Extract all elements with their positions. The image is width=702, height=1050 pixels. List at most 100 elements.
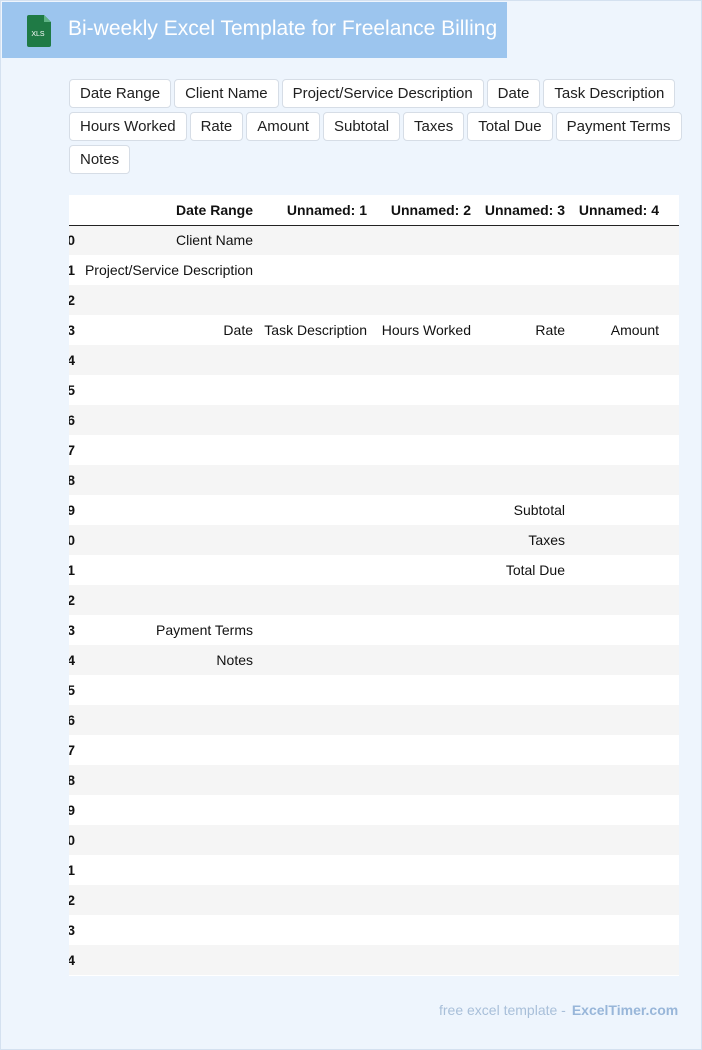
footer-brand-link[interactable]: ExcelTimer.com <box>572 1002 678 1018</box>
table-cell <box>665 645 679 675</box>
table-cell <box>259 885 373 915</box>
table-cell <box>259 345 373 375</box>
footer-text: free excel template - <box>439 1002 566 1018</box>
table-row: 4 <box>69 345 679 375</box>
table-cell <box>477 945 571 975</box>
column-chip[interactable]: Hours Worked <box>69 112 187 141</box>
table-cell <box>373 885 477 915</box>
table-cell <box>571 405 665 435</box>
table-cell <box>571 705 665 735</box>
table-cell <box>477 465 571 495</box>
column-chip[interactable]: Rate <box>189 112 244 141</box>
table-cell <box>477 915 571 945</box>
table-cell <box>571 945 665 975</box>
column-chip[interactable]: Payment Terms <box>555 112 682 141</box>
table-cell <box>665 255 679 285</box>
table-cell <box>477 675 571 705</box>
table-cell <box>373 855 477 885</box>
table-cell <box>75 705 259 735</box>
table-cell <box>75 285 259 315</box>
table-cell <box>259 825 373 855</box>
column-chip[interactable]: Project/Service Description <box>281 79 484 108</box>
table-cell <box>75 465 259 495</box>
table-row: 5 <box>69 375 679 405</box>
table-cell <box>259 375 373 405</box>
table-cell <box>259 855 373 885</box>
table-row: 14Notes <box>69 645 679 675</box>
table-cell <box>75 675 259 705</box>
table-row: 2 <box>69 285 679 315</box>
table-cell: Task Description <box>259 315 373 345</box>
page-title: Bi-weekly Excel Template for Freelance B… <box>68 17 498 40</box>
table-row: 8 <box>69 465 679 495</box>
table-row: 22 <box>69 885 679 915</box>
table-row: 13Payment Terms <box>69 615 679 645</box>
column-chip[interactable]: Date <box>486 79 541 108</box>
table-cell <box>665 825 679 855</box>
xls-file-icon: XLS <box>27 15 51 47</box>
table-cell: Client Name <box>75 225 259 255</box>
table-row: 21 <box>69 855 679 885</box>
table-cell <box>571 585 665 615</box>
table-cell: Payment Terms <box>75 615 259 645</box>
table-cell <box>259 765 373 795</box>
table-row: 20 <box>69 825 679 855</box>
table-cell <box>477 825 571 855</box>
column-chip[interactable]: Task Description <box>543 79 676 108</box>
table-cell <box>571 345 665 375</box>
table-cell <box>665 795 679 825</box>
table-cell <box>571 675 665 705</box>
table-cell <box>75 525 259 555</box>
table-cell <box>665 675 679 705</box>
table-cell <box>373 465 477 495</box>
column-chip[interactable]: Subtotal <box>322 112 401 141</box>
table-cell <box>75 405 259 435</box>
table-cell <box>75 735 259 765</box>
table-cell: Rate <box>477 315 571 345</box>
table-cell: Date <box>75 315 259 345</box>
table-cell <box>665 225 679 255</box>
table-cell <box>373 405 477 435</box>
table-cell <box>75 345 259 375</box>
table-cell <box>571 285 665 315</box>
table-cell <box>373 825 477 855</box>
table-cell <box>75 915 259 945</box>
table-cell <box>665 885 679 915</box>
table-cell <box>571 255 665 285</box>
table-cell <box>259 465 373 495</box>
table-cell <box>665 315 679 345</box>
table-header-row: Date Range Unnamed: 1 Unnamed: 2 Unnamed: 3… <box>69 195 679 226</box>
table-cell <box>571 915 665 945</box>
table-cell <box>259 285 373 315</box>
table-row: 15 <box>69 675 679 705</box>
table-cell: Project/Service Description <box>75 255 259 285</box>
table-cell <box>259 675 373 705</box>
table-cell <box>477 375 571 405</box>
column-chip[interactable]: Date Range <box>69 79 172 108</box>
column-chip[interactable]: Amount <box>246 112 320 141</box>
table-cell <box>75 765 259 795</box>
table-cell <box>665 345 679 375</box>
table-cell <box>259 615 373 645</box>
table-cell: Total Due <box>477 555 571 585</box>
table-cell <box>373 645 477 675</box>
table-cell <box>259 555 373 585</box>
table-cell <box>665 375 679 405</box>
column-chip[interactable]: Client Name <box>174 79 279 108</box>
table-cell <box>665 525 679 555</box>
table-cell <box>373 615 477 645</box>
table-cell <box>571 645 665 675</box>
table-cell <box>259 945 373 975</box>
table-cell <box>477 255 571 285</box>
table-cell <box>75 795 259 825</box>
table-cell <box>477 885 571 915</box>
table-cell <box>259 915 373 945</box>
table-cell <box>665 495 679 525</box>
column-chip[interactable]: Notes <box>69 145 131 174</box>
table-cell <box>373 795 477 825</box>
table-row: 24 <box>69 945 679 975</box>
table-cell <box>571 525 665 555</box>
column-chip[interactable]: Total Due <box>467 112 553 141</box>
column-chip[interactable]: Taxes <box>403 112 465 141</box>
table-row: 23 <box>69 915 679 945</box>
